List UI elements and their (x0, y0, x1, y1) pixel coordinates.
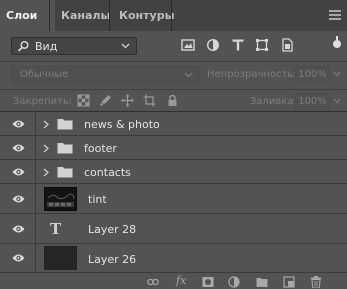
opacity-field[interactable]: 100% (295, 66, 330, 83)
smart-object-filter-icon[interactable] (280, 38, 294, 52)
layer-name: Layer 26 (88, 253, 137, 266)
new-layer-icon[interactable] (283, 276, 295, 288)
lock-label: Закрепить: (13, 96, 73, 107)
layer-row-news-photo[interactable]: news & photo (0, 112, 347, 136)
trash-icon[interactable] (310, 276, 322, 288)
lock-pixels-icon[interactable] (99, 94, 112, 107)
filter-toggle-icon[interactable] (333, 36, 341, 48)
tab-layers-label: Слои (6, 9, 38, 22)
visibility-cell[interactable] (0, 244, 36, 272)
visibility-cell[interactable] (0, 160, 36, 183)
fill-dropdown-icon[interactable] (333, 98, 341, 104)
folder-icon (57, 118, 73, 129)
chevron-right-icon[interactable] (43, 168, 49, 177)
fill-label: Заливка: (250, 96, 297, 107)
eye-icon[interactable] (12, 224, 25, 234)
visibility-cell[interactable] (0, 214, 36, 243)
eye-icon[interactable] (12, 194, 25, 204)
tab-paths[interactable]: Контуры (113, 0, 177, 31)
layer-row-layer-26[interactable]: Layer 26 (0, 244, 347, 273)
panel-menu-icon[interactable] (329, 10, 341, 20)
layers-bottom-toolbar: fx (0, 274, 347, 289)
chevron-right-icon[interactable] (43, 120, 49, 129)
tab-separator (49, 0, 50, 31)
layer-name: contacts (84, 166, 131, 179)
group-icon[interactable] (256, 276, 268, 288)
visibility-cell[interactable] (0, 184, 36, 213)
tab-channels-label: Каналы (61, 9, 111, 22)
tab-channels[interactable]: Каналы (55, 0, 113, 31)
divider (0, 61, 347, 62)
layer-name: footer (84, 142, 117, 155)
folder-icon (57, 142, 73, 153)
visibility-cell[interactable] (0, 136, 36, 159)
filter-kind-select[interactable]: Вид (11, 37, 137, 55)
layer-row-layer-28[interactable]: T Layer 28 (0, 214, 347, 244)
layer-row-tint[interactable]: tint (0, 184, 347, 214)
tab-separator (109, 0, 110, 31)
eye-icon[interactable] (12, 119, 25, 129)
layer-name: Layer 28 (88, 223, 137, 236)
lock-position-icon[interactable] (121, 94, 134, 107)
search-icon (17, 40, 29, 52)
chevron-down-icon (184, 72, 193, 78)
blend-mode-label: Обычные (20, 69, 69, 80)
blend-mode-select[interactable]: Обычные (11, 66, 200, 84)
folder-icon (57, 166, 73, 177)
adjustment-filter-icon[interactable] (206, 38, 220, 52)
type-filter-icon[interactable] (231, 38, 245, 52)
tab-separator (171, 0, 172, 31)
chevron-right-icon[interactable] (43, 144, 49, 153)
mask-icon[interactable] (202, 276, 214, 288)
layer-row-footer[interactable]: footer (0, 136, 347, 160)
layers-list: news & photo footer contacts tint T Laye… (0, 112, 347, 273)
divider (0, 89, 347, 90)
fill-field[interactable]: 100% (295, 93, 330, 110)
layer-name: news & photo (84, 118, 160, 131)
text-layer-icon: T (50, 219, 62, 238)
chevron-down-icon (121, 43, 130, 49)
layer-thumbnail (44, 186, 77, 211)
opacity-dropdown-icon[interactable] (333, 71, 341, 77)
adjustment-icon[interactable] (228, 276, 240, 288)
lock-transparency-icon[interactable] (77, 94, 90, 107)
opacity-label: Непрозрачность: (207, 69, 297, 80)
panel-tabs: Слои Каналы Контуры (0, 0, 347, 31)
eye-icon[interactable] (12, 167, 25, 177)
tab-paths-label: Контуры (119, 9, 175, 22)
link-icon[interactable] (147, 276, 159, 288)
eye-icon[interactable] (12, 143, 25, 153)
layer-row-contacts[interactable]: contacts (0, 160, 347, 184)
lock-all-icon[interactable] (166, 94, 179, 107)
visibility-cell[interactable] (0, 112, 36, 135)
shape-filter-icon[interactable] (255, 38, 269, 52)
lock-artboard-icon[interactable] (143, 94, 156, 107)
layers-panel: Слои Каналы Контуры Вид Обычные Непрозра… (0, 0, 347, 289)
tab-layers[interactable]: Слои (0, 0, 55, 31)
pixel-filter-icon[interactable] (181, 38, 195, 52)
filter-kind-label: Вид (35, 40, 58, 53)
eye-icon[interactable] (12, 253, 25, 263)
layer-name: tint (88, 193, 107, 206)
fx-icon[interactable]: fx (176, 274, 186, 287)
layer-thumbnail (44, 246, 77, 270)
